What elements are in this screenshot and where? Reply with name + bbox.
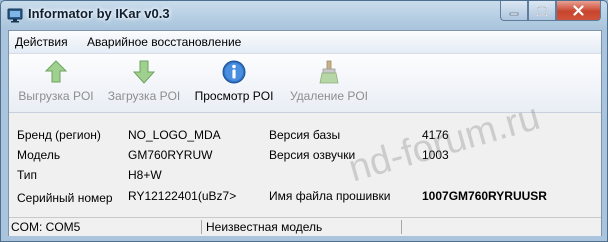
firmware-file-label: Имя файла прошивки xyxy=(269,189,391,203)
window-controls xyxy=(500,1,601,21)
status-port: COM: COM5 xyxy=(11,220,81,234)
close-button[interactable] xyxy=(556,1,601,21)
view-poi-label: Просмотр POI xyxy=(194,89,274,103)
download-poi-label: Загрузка POI xyxy=(107,89,181,103)
brand-value: NO_LOGO_MDA xyxy=(128,128,221,142)
close-icon xyxy=(573,5,584,16)
info-icon xyxy=(222,60,246,84)
delete-poi-label: Удаление POI xyxy=(289,89,369,103)
monitor-app-icon xyxy=(7,7,23,23)
type-label: Тип xyxy=(17,168,38,182)
device-info-panel: Бренд (регион) NO_LOGO_MDA Модель GM760R… xyxy=(9,96,601,217)
db-version-value: 4176 xyxy=(422,128,449,142)
download-poi-button[interactable]: Загрузка POI xyxy=(99,60,189,103)
upload-arrow-icon xyxy=(45,60,67,83)
db-version-label: Версия базы xyxy=(269,128,341,142)
model-label: Модель xyxy=(17,148,61,162)
serial-label: Серийный номер xyxy=(17,191,113,205)
view-poi-button[interactable]: Просмотр POI xyxy=(189,60,279,103)
app-window: Informator by IKar v0.3 Действия Аварийн… xyxy=(0,0,608,242)
minimize-button[interactable] xyxy=(500,1,528,21)
minimize-icon xyxy=(509,12,519,15)
firmware-file-value: 1007GM760RYRUUSR xyxy=(422,189,547,203)
window-title: Informator by IKar v0.3 xyxy=(28,6,170,21)
title-bar[interactable]: Informator by IKar v0.3 xyxy=(1,1,607,29)
type-value: H8+W xyxy=(128,168,162,182)
status-separator xyxy=(201,220,202,234)
maximize-icon xyxy=(537,5,547,16)
status-separator xyxy=(401,220,402,234)
status-bar: COM: COM5 Неизвестная модель xyxy=(9,217,601,236)
broom-icon xyxy=(319,60,339,84)
toolbar: Выгрузка POI Загрузка POI Просмотр POI У… xyxy=(9,54,601,113)
upload-poi-label: Выгрузка POI xyxy=(18,89,94,103)
brand-label: Бренд (регион) xyxy=(17,128,101,142)
status-model: Неизвестная модель xyxy=(206,220,323,234)
serial-value: RY12122401(uBz7> xyxy=(128,189,237,203)
model-value: GM760RYRUW xyxy=(128,148,213,162)
delete-poi-button[interactable]: Удаление POI xyxy=(279,60,379,103)
voice-version-label: Версия озвучки xyxy=(269,148,356,162)
menu-item-actions[interactable]: Действия xyxy=(15,35,68,49)
client-area: Действия Аварийное восстановление Выгруз… xyxy=(8,30,602,236)
menu-bar: Действия Аварийное восстановление xyxy=(9,31,601,54)
upload-poi-button[interactable]: Выгрузка POI xyxy=(11,60,101,103)
download-arrow-icon xyxy=(133,60,155,84)
menu-item-emergency-recovery[interactable]: Аварийное восстановление xyxy=(87,35,241,49)
voice-version-value: 1003 xyxy=(422,148,449,162)
maximize-button[interactable] xyxy=(528,1,556,21)
